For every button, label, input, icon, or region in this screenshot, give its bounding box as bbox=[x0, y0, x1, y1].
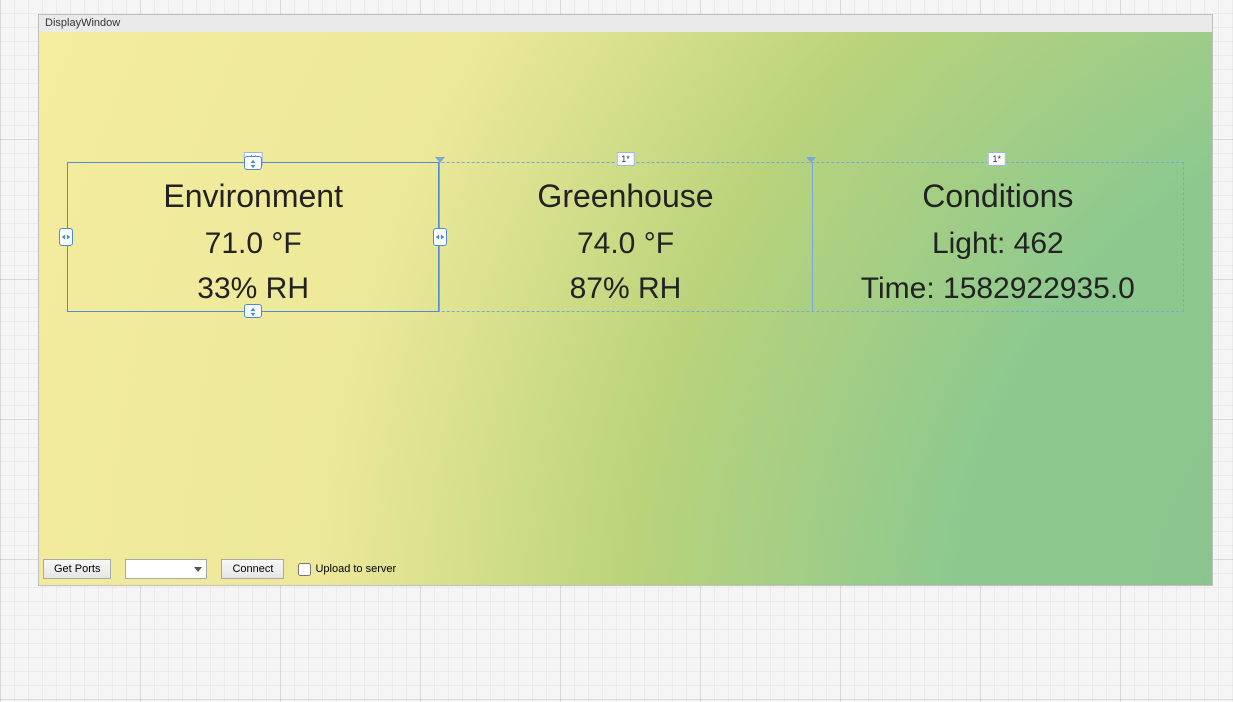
window-frame[interactable]: DisplayWindow Environment 71.0 °F 33% RH… bbox=[38, 14, 1213, 586]
grid-column-line bbox=[812, 162, 813, 312]
resize-handle-top-icon[interactable] bbox=[244, 156, 262, 170]
resize-handle-left-icon[interactable] bbox=[59, 228, 73, 246]
column-size-tag[interactable]: 1* bbox=[616, 152, 635, 166]
selected-element-adorner[interactable] bbox=[67, 162, 439, 312]
upload-checkbox-label[interactable]: Upload to server bbox=[298, 563, 396, 576]
client-area[interactable]: Environment 71.0 °F 33% RH Greenhouse 74… bbox=[39, 32, 1212, 585]
connect-button[interactable]: Connect bbox=[221, 559, 284, 579]
column-size-tag[interactable]: 1* bbox=[988, 152, 1007, 166]
get-ports-button[interactable]: Get Ports bbox=[43, 559, 111, 579]
upload-label-text: Upload to server bbox=[315, 563, 396, 575]
window-title: DisplayWindow bbox=[39, 15, 1212, 32]
designer-surface[interactable]: DisplayWindow Environment 71.0 °F 33% RH… bbox=[0, 0, 1233, 702]
control-bar: Get Ports Connect Upload to server bbox=[43, 559, 396, 579]
upload-checkbox[interactable] bbox=[298, 563, 311, 576]
resize-handle-bottom-icon[interactable] bbox=[244, 304, 262, 318]
resize-handle-right-icon[interactable] bbox=[433, 228, 447, 246]
port-combobox[interactable] bbox=[125, 559, 207, 579]
